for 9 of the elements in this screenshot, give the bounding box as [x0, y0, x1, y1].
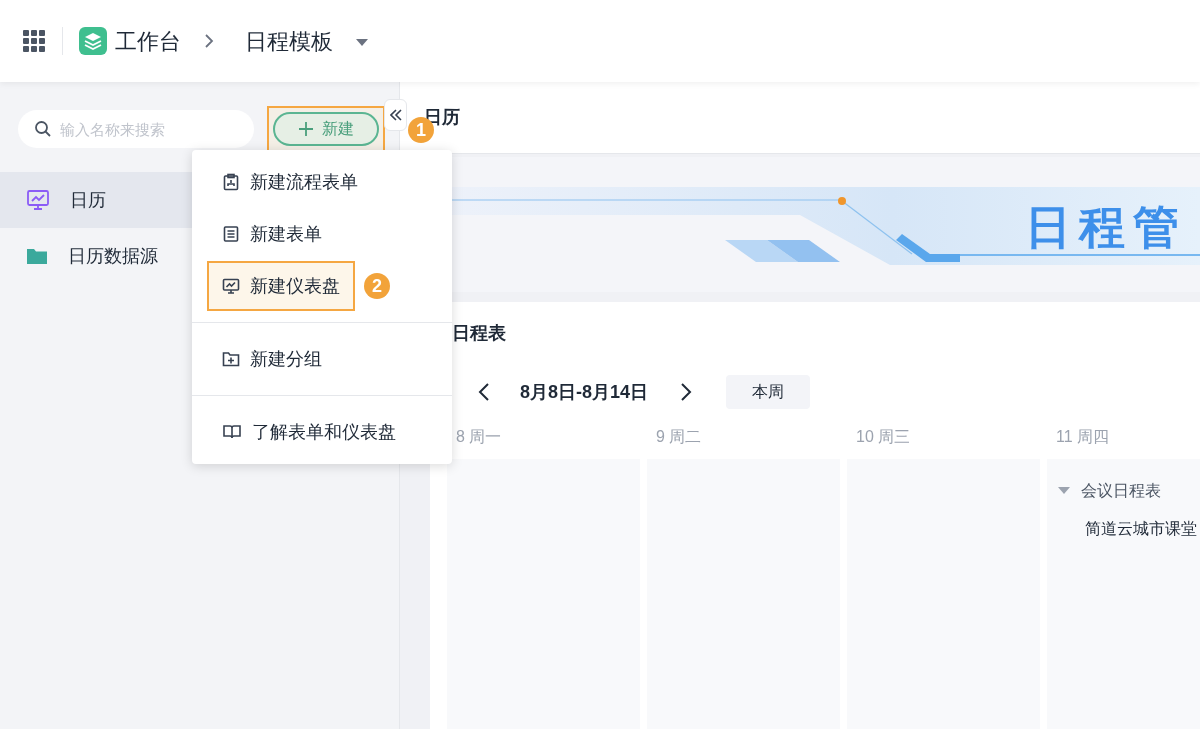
step-badge: 2: [364, 273, 390, 299]
page-title: 日程模板: [245, 27, 333, 56]
card-title: 日程表: [452, 322, 507, 345]
date-range: 8月8日-8月14日: [520, 380, 649, 404]
banner-title: 日程管: [1025, 200, 1187, 255]
day-header: 8 周一: [455, 427, 503, 447]
day-header: 10 周三: [855, 427, 912, 447]
day-header: 9 周二: [655, 427, 703, 447]
day-header: 11 周四: [1055, 427, 1111, 447]
